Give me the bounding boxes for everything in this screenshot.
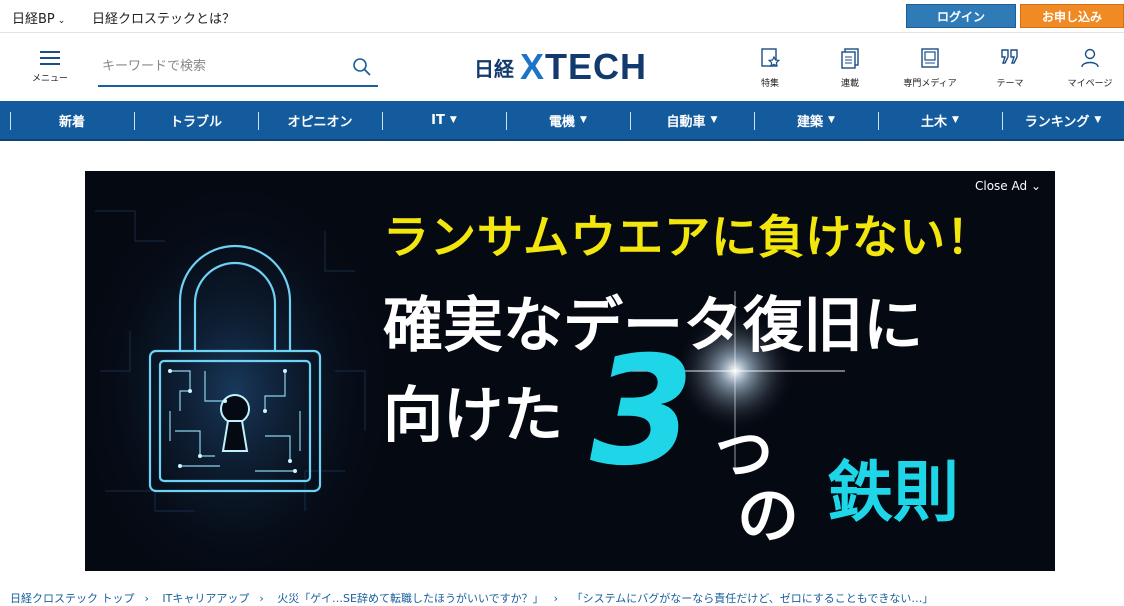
breadcrumb-article: 「システムにバグがなーなら責任だけど、ゼロにすることもできない…」 xyxy=(571,592,934,605)
logo-xtech: XTECH xyxy=(520,46,648,87)
nav-mypage-label: マイページ xyxy=(1067,79,1113,89)
breadcrumb-career[interactable]: ITキャリアアップ xyxy=(162,592,249,605)
chevron-right-icon: › xyxy=(144,592,149,605)
menu-label: メニュー xyxy=(31,74,68,84)
breadcrumb-series[interactable]: 火災「ゲイ…SE辞めて転職したほうがいいですか？」 xyxy=(277,592,543,605)
search-icon[interactable] xyxy=(352,57,372,81)
nikkei-bp-menu[interactable]: 日経BP ⌄ xyxy=(12,8,65,27)
chevron-down-icon: ⌄ xyxy=(1030,179,1041,193)
magazine-icon xyxy=(921,48,939,68)
quote-marks-icon xyxy=(1001,49,1018,64)
breadcrumb: 日経クロステック トップ › ITキャリアアップ › 火災「ゲイ…SE辞めて転職した… xyxy=(10,590,943,605)
logo-nikkei: 日経 xyxy=(474,56,514,81)
nav-media-label: 専門メディア xyxy=(903,79,957,89)
chevron-down-icon: ▼ xyxy=(449,115,457,125)
ad-no: の xyxy=(737,479,800,552)
nikkei-bp-label: 日経BP xyxy=(12,12,55,27)
category-nav: 新着 トラブル オピニオン IT ▼ 電機 ▼ 自動車 ▼ 建築 ▼ 土木 ▼ ランキング… xyxy=(0,101,1124,141)
breadcrumb-home[interactable]: 日経クロステック トップ xyxy=(10,592,135,605)
ad-headline-1: ランサムウエアに負けない！ xyxy=(383,210,994,264)
chevron-down-icon: ⌄ xyxy=(57,16,66,26)
about-link[interactable]: 日経クロステックとは？ xyxy=(92,8,235,27)
chevron-down-icon: ▼ xyxy=(1094,115,1102,125)
star-document-icon xyxy=(761,48,781,68)
close-ad-button[interactable]: Close Ad ⌄ xyxy=(975,179,1041,193)
apply-button[interactable]: お申し込み xyxy=(1020,4,1124,28)
nav-theme-label: テーマ xyxy=(996,79,1024,89)
tab-new[interactable]: 新着 xyxy=(10,101,134,139)
tab-opinion[interactable]: オピニオン xyxy=(258,101,382,139)
nav-feature[interactable]: 特集 xyxy=(730,47,810,89)
chevron-right-icon: › xyxy=(259,592,264,605)
tab-civil[interactable]: 土木 ▼ xyxy=(878,101,1002,139)
ad-tessoku: 鉄則 xyxy=(827,454,959,531)
login-button[interactable]: ログイン xyxy=(906,4,1016,28)
chevron-down-icon: ▼ xyxy=(952,115,959,125)
nav-theme[interactable]: テーマ xyxy=(970,47,1050,89)
circuit-padlock-icon xyxy=(85,171,385,571)
menu-button[interactable]: メニュー xyxy=(28,51,72,84)
search-box xyxy=(98,51,378,87)
nav-feature-label: 特集 xyxy=(760,79,779,89)
chevron-down-icon: ▼ xyxy=(828,115,835,125)
utility-bar: 日経BP ⌄ 日経クロステックとは？ ログイン お申し込み xyxy=(0,0,1124,33)
ad-banner[interactable]: Close Ad ⌄ ランサムウエアに負けない！ 確実なデータ復旧に 向けた 3… xyxy=(85,171,1055,571)
tab-ranking[interactable]: ランキング ▼ xyxy=(1002,101,1124,139)
site-header: メニュー 日経 XTECH 特集 連載 専門メディア テーマ マイページ xyxy=(0,33,1124,101)
nav-series[interactable]: 連載 xyxy=(810,47,890,89)
tab-electronics[interactable]: 電機 ▼ xyxy=(506,101,630,139)
ad-number-three: 3 xyxy=(590,325,695,499)
chevron-down-icon: ▼ xyxy=(710,115,718,125)
nav-series-label: 連載 xyxy=(840,79,859,89)
tab-automotive[interactable]: 自動車 ▼ xyxy=(630,101,754,139)
stacked-documents-icon xyxy=(841,48,859,69)
chevron-down-icon: ▼ xyxy=(580,115,587,125)
user-icon xyxy=(1081,48,1099,68)
hamburger-icon xyxy=(40,51,60,65)
tab-trouble[interactable]: トラブル xyxy=(134,101,258,139)
site-logo[interactable]: 日経 XTECH xyxy=(474,46,648,87)
search-input[interactable] xyxy=(98,51,338,81)
tab-it[interactable]: IT ▼ xyxy=(382,101,506,139)
nav-mypage[interactable]: マイページ xyxy=(1050,47,1124,89)
tab-architecture[interactable]: 建築 ▼ xyxy=(754,101,878,139)
nav-media[interactable]: 専門メディア xyxy=(890,47,970,89)
chevron-right-icon: › xyxy=(553,592,559,605)
ad-headline-3: 向けた xyxy=(383,381,563,451)
